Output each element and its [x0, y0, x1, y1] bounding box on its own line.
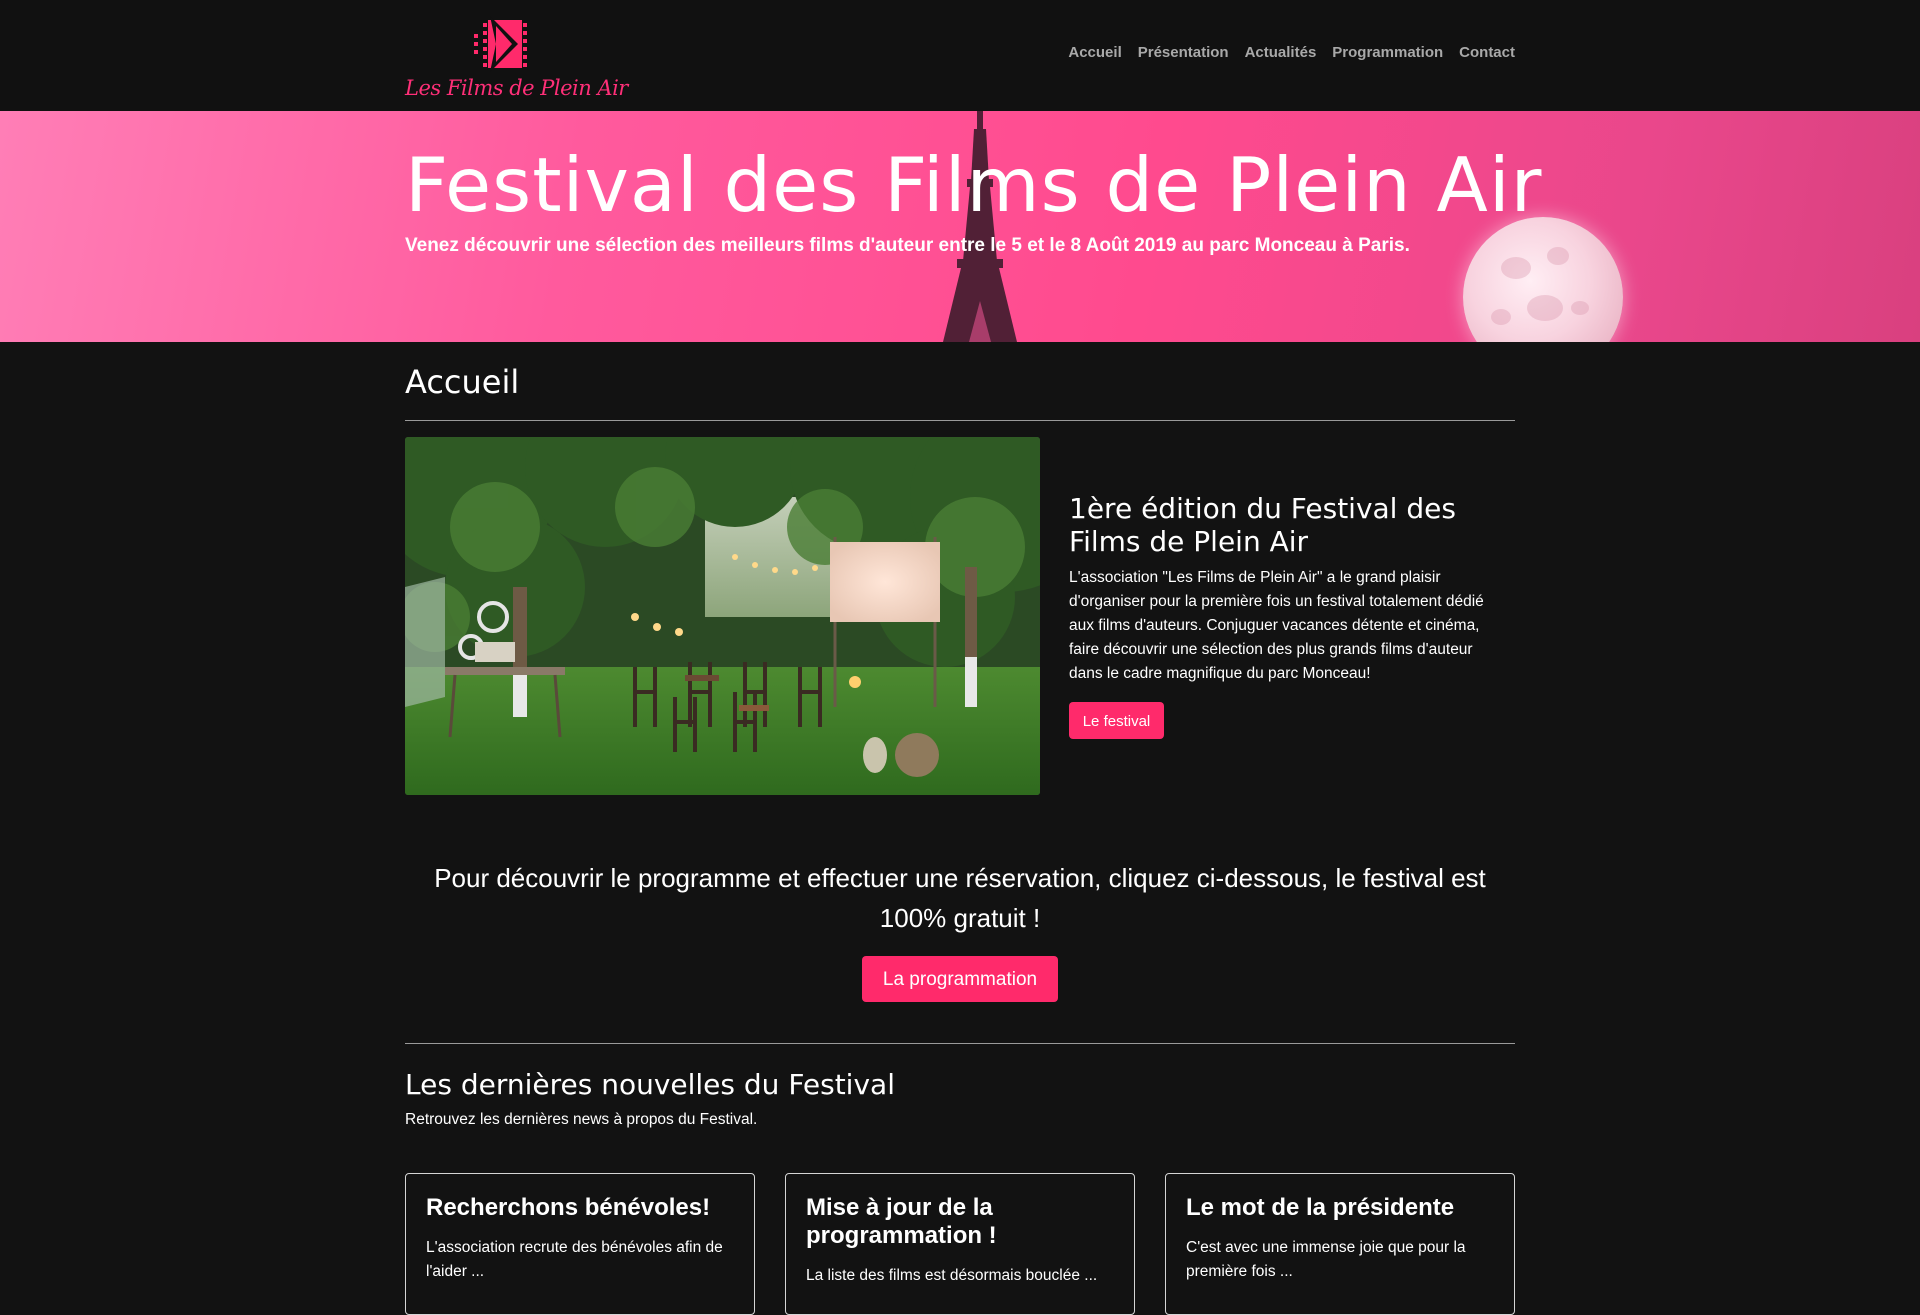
news-subtitle: Retrouvez les dernières news à propos du… [405, 1111, 758, 1128]
brand-logo-link[interactable]: Les Films de Plein Air [405, 10, 628, 105]
hero-title: Festival des Films de Plein Air [405, 141, 1543, 229]
la-programmation-button[interactable]: La programmation [862, 956, 1058, 1002]
news-card-text: C'est avec une immense joie que pour la … [1186, 1239, 1466, 1280]
feature-text: L'association "Les Films de Plein Air" a… [1069, 569, 1484, 682]
news-title: Les dernières nouvelles du Festival [405, 1068, 895, 1101]
news-card-title: Le mot de la présidente [1186, 1194, 1455, 1221]
film-strip-play-icon [474, 16, 528, 72]
brand-name: Les Films de Plein Air [405, 76, 628, 100]
le-festival-button[interactable]: Le festival [1069, 702, 1164, 739]
navbar: Les Films de Plein Air Accueil Présentat… [0, 0, 1920, 111]
nav-item-presentation[interactable]: Présentation [1138, 44, 1229, 61]
nav-item-contact[interactable]: Contact [1459, 44, 1515, 61]
news-card[interactable]: Le mot de la présidente C'est avec une i… [1165, 1173, 1515, 1315]
main-nav: Accueil Présentation Actualités Programm… [1068, 44, 1515, 61]
hero-subtitle: Venez découvrir une sélection des meille… [405, 235, 1410, 256]
news-card[interactable]: Mise à jour de la programmation ! La lis… [785, 1173, 1135, 1315]
outdoor-cinema-illustration [405, 437, 1040, 795]
news-card-text: La liste des films est désormais bouclée… [806, 1267, 1098, 1284]
news-divider [405, 1043, 1515, 1044]
news-card-title: Recherchons bénévoles! [426, 1194, 711, 1221]
nav-item-actualites[interactable]: Actualités [1245, 44, 1317, 61]
news-card-text: L'association recrute des bénévoles afin… [426, 1239, 723, 1280]
news-card[interactable]: Recherchons bénévoles! L'association rec… [405, 1173, 755, 1315]
moon-image [1463, 217, 1623, 342]
nav-item-accueil[interactable]: Accueil [1068, 44, 1121, 61]
page-title: Accueil [405, 363, 520, 401]
section-divider [405, 420, 1515, 421]
feature-title: 1ère édition du Festival des Films de Pl… [1069, 492, 1456, 558]
news-card-title: Mise à jour de la programmation ! [806, 1194, 997, 1249]
nav-item-programmation[interactable]: Programmation [1332, 44, 1443, 61]
hero-banner: Festival des Films de Plein Air Venez dé… [0, 111, 1920, 342]
cta-text: Pour découvrir le programme et effectuer… [434, 863, 1486, 933]
outdoor-cinema-image [405, 437, 1040, 795]
